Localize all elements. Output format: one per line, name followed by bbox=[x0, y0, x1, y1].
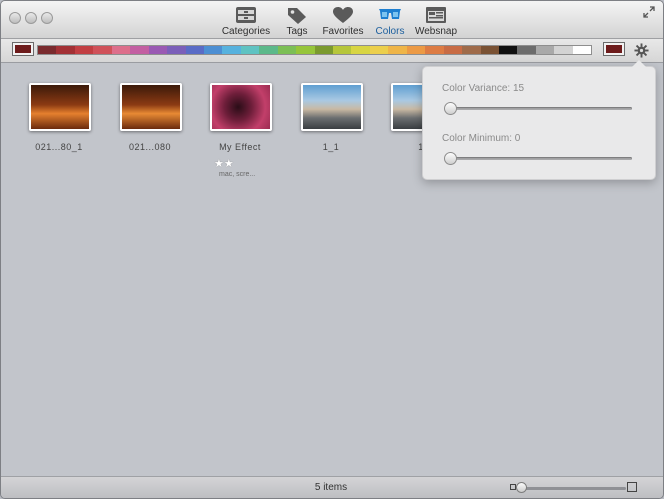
color-swatch[interactable] bbox=[462, 46, 481, 54]
fullscreen-icon[interactable] bbox=[643, 6, 655, 18]
toolbar-favorites-label: Favorites bbox=[322, 26, 364, 37]
thumbnail-image[interactable] bbox=[210, 83, 272, 131]
status-bar: 5 items bbox=[1, 476, 663, 498]
close-button[interactable] bbox=[9, 12, 21, 24]
color-swatch[interactable] bbox=[406, 46, 426, 54]
title-bar: Categories Tags Favorites Colors Websnap bbox=[1, 1, 663, 39]
zoom-button[interactable] bbox=[41, 12, 53, 24]
minimize-button[interactable] bbox=[25, 12, 37, 24]
color-swatch[interactable] bbox=[498, 46, 518, 54]
color-swatch[interactable] bbox=[167, 46, 186, 54]
color-variance-label: Color Variance: 15 bbox=[442, 83, 525, 94]
color-variance-slider-knob[interactable] bbox=[444, 102, 457, 115]
color-minimum-label: Color Minimum: 0 bbox=[442, 133, 521, 144]
thumbnail-image[interactable] bbox=[29, 83, 91, 131]
color-swatch[interactable] bbox=[222, 46, 241, 54]
toolbar-tags-label: Tags bbox=[286, 26, 308, 37]
item-name[interactable]: My Effect bbox=[195, 142, 285, 152]
color-swatch[interactable] bbox=[351, 46, 370, 54]
color-minimum-slider[interactable] bbox=[447, 157, 632, 160]
color-swatch[interactable] bbox=[480, 46, 499, 54]
toolbar-colors-button[interactable]: Colors bbox=[373, 5, 407, 37]
app-window: Categories Tags Favorites Colors Websnap… bbox=[0, 0, 664, 499]
color-swatch[interactable] bbox=[277, 46, 297, 54]
color-swatch[interactable] bbox=[388, 46, 407, 54]
color-swatch[interactable] bbox=[203, 46, 223, 54]
color-swatch[interactable] bbox=[38, 46, 57, 54]
color-swatch[interactable] bbox=[259, 46, 278, 54]
color-swatch[interactable] bbox=[240, 46, 260, 54]
color-swatch[interactable] bbox=[369, 46, 389, 54]
color-swatch[interactable] bbox=[296, 46, 315, 54]
rating-stars[interactable]: ★★ bbox=[214, 157, 234, 170]
selected-color-swatch-right[interactable] bbox=[603, 42, 625, 56]
color-swatch[interactable] bbox=[130, 46, 149, 54]
color-swatch[interactable] bbox=[111, 46, 131, 54]
glasses-icon bbox=[379, 9, 401, 19]
heart-icon bbox=[333, 7, 353, 23]
color-swatch[interactable] bbox=[443, 46, 463, 54]
color-swatch[interactable] bbox=[74, 46, 94, 54]
color-minimum-slider-knob[interactable] bbox=[444, 152, 457, 165]
color-swatch[interactable] bbox=[425, 46, 444, 54]
toolbar-colors-label: Colors bbox=[375, 26, 405, 37]
color-swatch[interactable] bbox=[93, 46, 112, 54]
color-filter-bar bbox=[1, 39, 663, 63]
toolbar-tags-button[interactable]: Tags bbox=[283, 5, 311, 37]
color-swatch[interactable] bbox=[333, 46, 352, 54]
zoom-in-icon[interactable] bbox=[627, 482, 637, 492]
thumbnail-size-slider-knob[interactable] bbox=[516, 482, 527, 493]
color-swatch[interactable] bbox=[56, 46, 75, 54]
item-name[interactable]: 021...80_1 bbox=[14, 142, 104, 152]
color-variance-slider[interactable] bbox=[447, 107, 632, 110]
thumbnail-image[interactable] bbox=[120, 83, 182, 131]
color-swatch[interactable] bbox=[185, 46, 204, 54]
toolbar-categories-label: Categories bbox=[221, 26, 271, 37]
toolbar-websnap-label: Websnap bbox=[414, 26, 458, 37]
item-name[interactable]: 1_1 bbox=[286, 142, 376, 152]
toolbar-favorites-button[interactable]: Favorites bbox=[320, 5, 366, 37]
color-swatch[interactable] bbox=[572, 46, 592, 54]
item-tags: mac, scre... bbox=[219, 171, 256, 178]
thumbnail-image[interactable] bbox=[301, 83, 363, 131]
color-swatch[interactable] bbox=[517, 46, 536, 54]
color-settings-popover: Color Variance: 15 Color Minimum: 0 bbox=[422, 60, 656, 180]
toolbar-websnap-button[interactable]: Websnap bbox=[413, 5, 459, 37]
gear-icon[interactable] bbox=[634, 43, 649, 58]
selected-color-swatch[interactable] bbox=[12, 42, 34, 56]
tag-icon bbox=[288, 8, 306, 24]
websnap-icon bbox=[426, 7, 446, 23]
toolbar-categories-button[interactable]: Categories bbox=[220, 5, 272, 37]
item-name[interactable]: 021...080 bbox=[105, 142, 195, 152]
color-swatch[interactable] bbox=[148, 46, 168, 54]
color-swatch[interactable] bbox=[535, 46, 555, 54]
color-swatch[interactable] bbox=[314, 46, 333, 54]
categories-icon bbox=[236, 7, 256, 23]
color-swatch[interactable] bbox=[554, 46, 573, 54]
color-palette-strip[interactable] bbox=[37, 45, 592, 55]
thumbnail-size-slider[interactable] bbox=[519, 487, 626, 490]
